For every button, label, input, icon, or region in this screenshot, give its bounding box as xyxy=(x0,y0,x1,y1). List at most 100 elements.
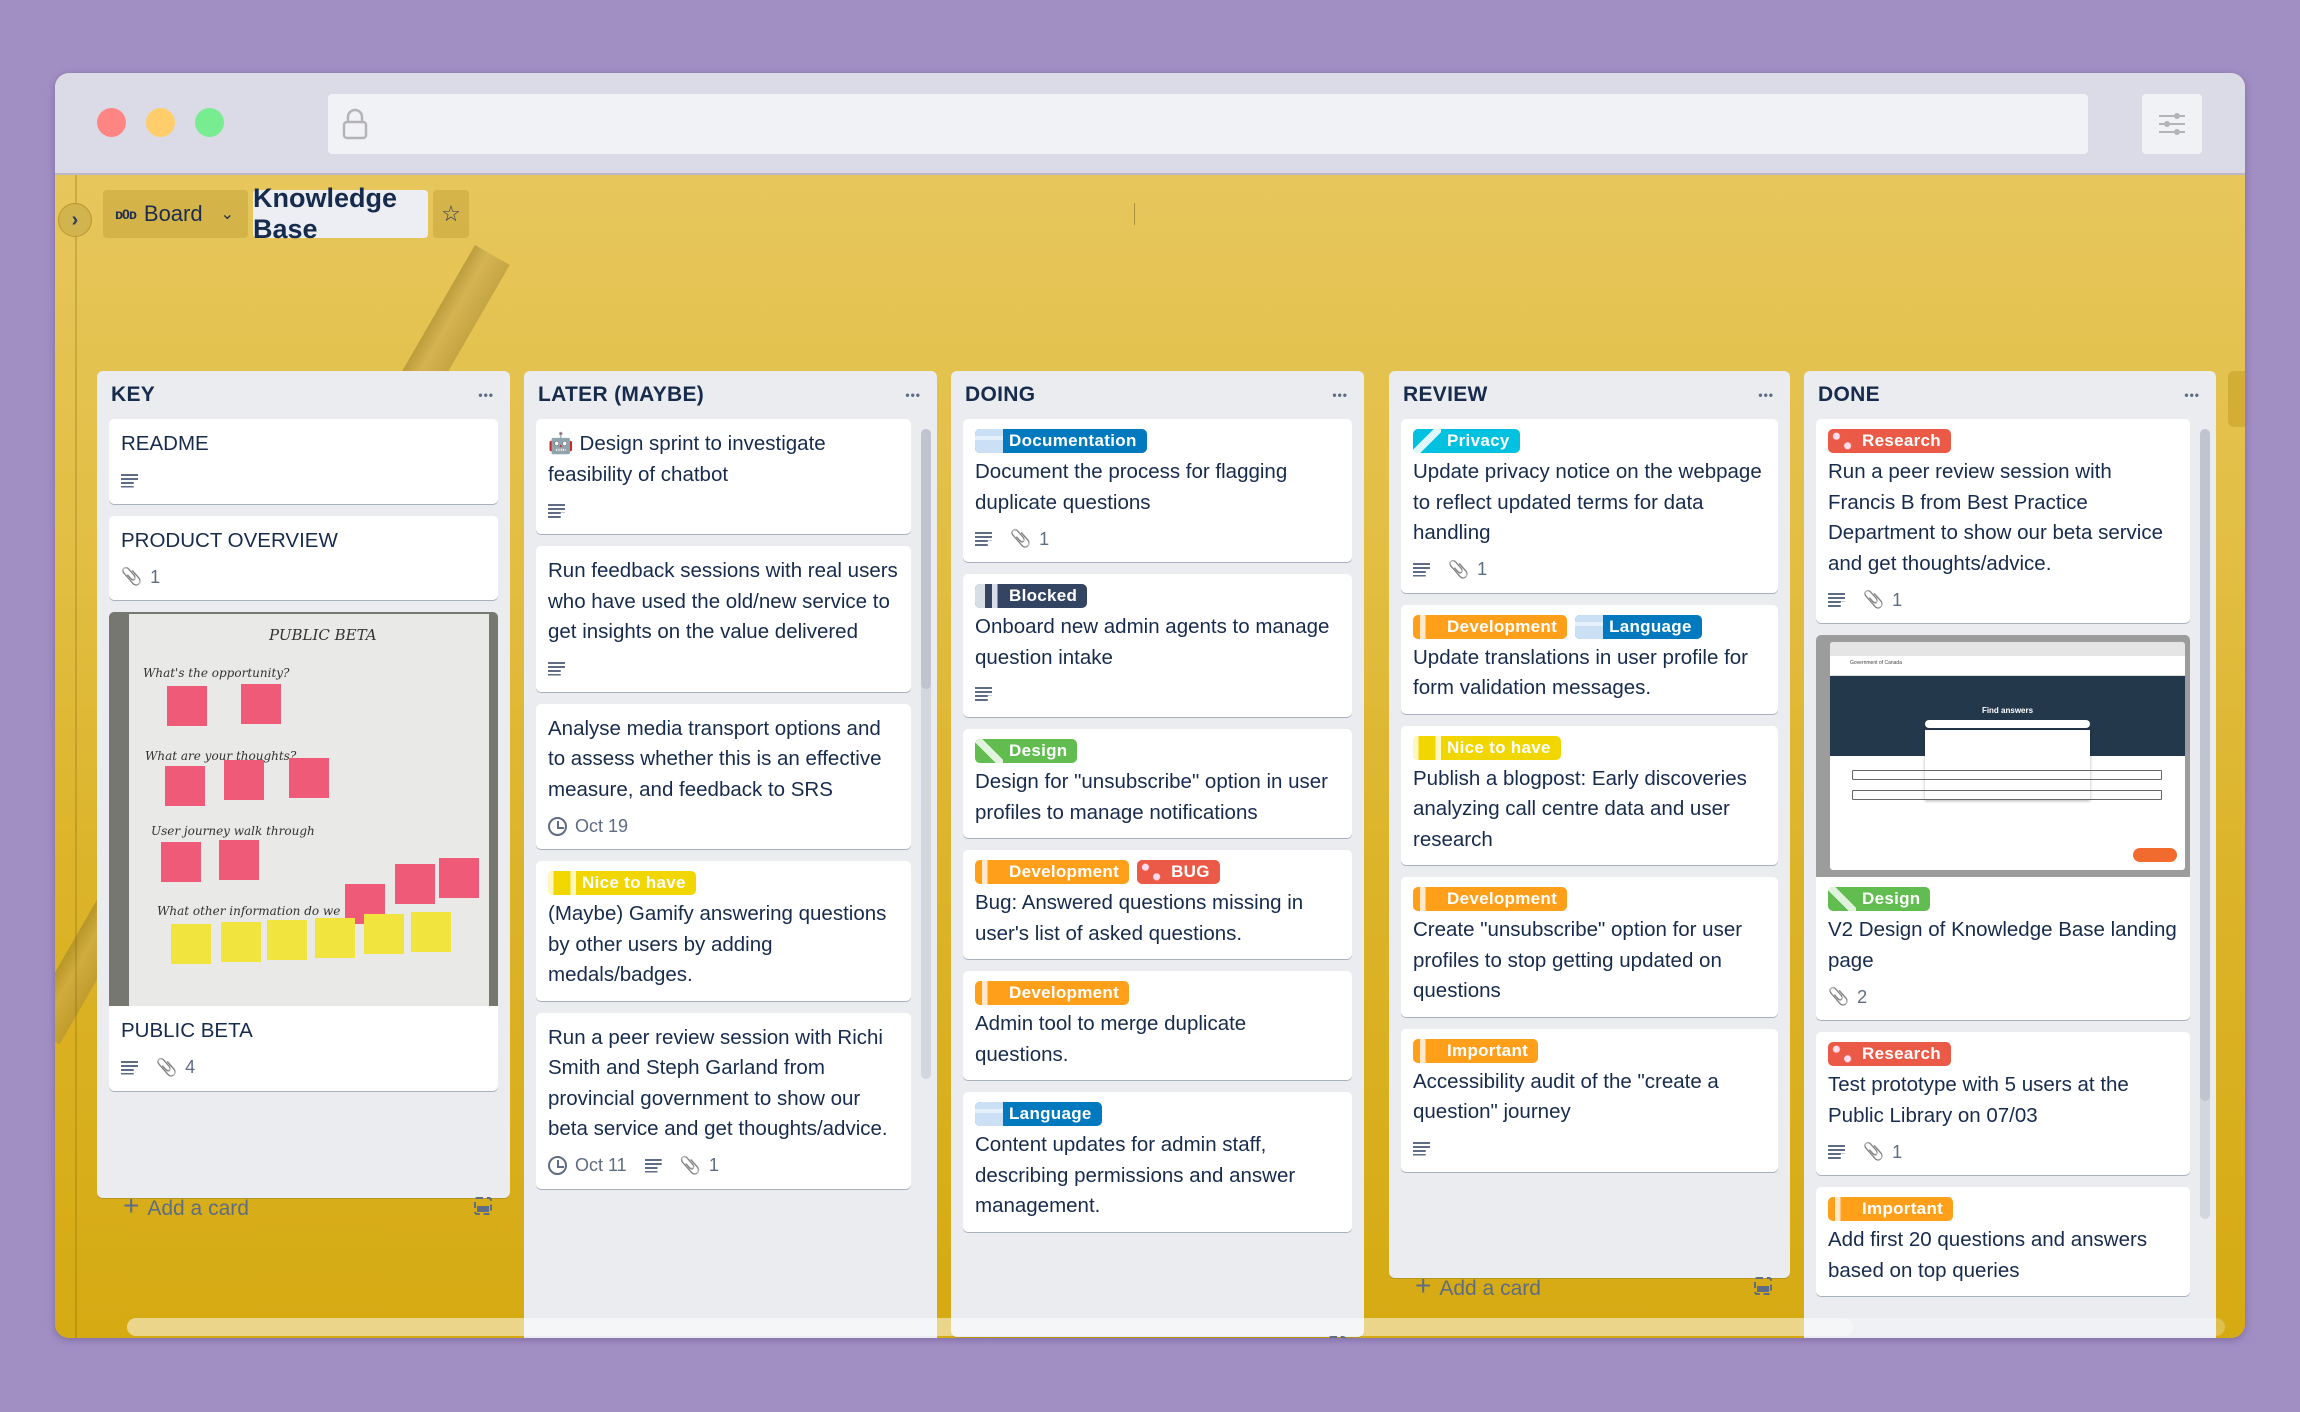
star-board-button[interactable]: ☆ xyxy=(433,190,469,238)
card[interactable]: Development Admin tool to merge duplicate… xyxy=(963,971,1352,1080)
add-card-button[interactable]: + Add a card xyxy=(97,1178,510,1234)
list-scrollbar[interactable] xyxy=(2200,429,2210,1219)
label-text: Development xyxy=(1447,889,1558,908)
label-important[interactable]: Important xyxy=(1828,1197,1954,1221)
description-icon xyxy=(1828,593,1845,607)
scrollbar-thumb[interactable] xyxy=(127,1318,1853,1336)
label-research[interactable]: Research xyxy=(1828,1042,1951,1066)
label-text: Research xyxy=(1862,1044,1941,1063)
card-title: V2 Design of Knowledge Base landing page xyxy=(1828,915,2178,976)
label-development[interactable]: Development xyxy=(975,860,1130,884)
card[interactable]: 🤖 Design sprint to investigate feasibilit… xyxy=(536,419,911,534)
card-title: Create "unsubscribe" option for user pro… xyxy=(1413,915,1766,1007)
label-development[interactable]: Development xyxy=(1413,614,1568,639)
list-title[interactable]: REVIEW xyxy=(1403,383,1488,407)
list-scrollbar-thumb[interactable] xyxy=(921,429,931,689)
list-scrollbar-thumb[interactable] xyxy=(2200,429,2210,1101)
label-design[interactable]: Design xyxy=(975,739,1078,763)
robot-emoji-icon: 🤖 xyxy=(548,432,574,455)
list-menu-button[interactable]: ••• xyxy=(905,389,921,401)
card[interactable]: Run a peer review session with Richi Smi… xyxy=(536,1012,911,1189)
card[interactable]: Analyse media transport options and to a… xyxy=(536,703,911,849)
horizontal-scrollbar[interactable] xyxy=(127,1318,2225,1336)
board-view-switcher[interactable]: ᴅ0ᴅ Board ⌄ xyxy=(103,190,248,238)
add-card[interactable]: + Add a card xyxy=(123,1190,249,1222)
paperclip-icon: 📎 xyxy=(156,1057,178,1077)
label-language[interactable]: Language xyxy=(1575,614,1702,639)
attachment-count: 4 xyxy=(185,1057,196,1077)
minimize-window-button[interactable] xyxy=(146,108,175,137)
card[interactable]: PUBLIC BETA What's the opportunity? What a… xyxy=(109,612,498,1091)
label-research[interactable]: Research xyxy=(1828,429,1951,453)
add-card[interactable]: + Add a card xyxy=(1415,1270,1541,1302)
add-card-label: Add a card xyxy=(1001,1336,1103,1338)
board-canvas: › ᴅ0ᴅ Board ⌄ Knowledge Base ☆ KEY ••• REA… xyxy=(55,175,2245,1338)
card-title-text: Update translations in user profile for … xyxy=(1413,645,1749,700)
board-title[interactable]: Knowledge Base xyxy=(253,183,428,244)
card[interactable]: Privacy Update privacy notice on the webp… xyxy=(1401,419,1778,593)
card[interactable]: Development Language Update translations i… xyxy=(1401,604,1778,714)
list-title[interactable]: KEY xyxy=(111,383,155,407)
card-template-icon[interactable] xyxy=(474,1197,492,1215)
attachments-badge: 📎 1 xyxy=(1010,529,1049,550)
label-important[interactable]: Important xyxy=(1413,1038,1539,1063)
description-icon xyxy=(548,504,565,518)
label-bug[interactable]: BUG xyxy=(1137,860,1220,884)
card-title: Run a peer review session with Francis B… xyxy=(1828,457,2178,579)
card-badges: 📎 1 xyxy=(1413,557,1766,583)
card-title-text: Test prototype with 5 users at the Publi… xyxy=(1828,1073,2129,1127)
card[interactable]: Documentation Document the process for fl… xyxy=(963,419,1352,562)
label-nice-to-have[interactable]: Nice to have xyxy=(1413,735,1561,760)
list-scrollbar[interactable] xyxy=(921,429,931,1079)
card-title-text: Design for "unsubscribe" option in user … xyxy=(975,770,1328,824)
card[interactable]: Blocked Onboard new admin agents to manag… xyxy=(963,574,1352,717)
card-template-icon[interactable] xyxy=(1328,1336,1346,1338)
card[interactable]: Important Accessibility audit of the "cre… xyxy=(1401,1028,1778,1172)
card-list: Privacy Update privacy notice on the webp… xyxy=(1389,419,1790,1258)
card-labels: Important xyxy=(1413,1038,1766,1063)
due-date-badge[interactable]: Oct 11 xyxy=(548,1155,627,1176)
card-title-text: Onboard new admin agents to manage quest… xyxy=(975,615,1330,669)
card[interactable]: Development Create "unsubscribe" option f… xyxy=(1401,877,1778,1017)
card-labels: Design xyxy=(1828,887,2178,911)
card[interactable]: README xyxy=(109,419,498,504)
label-language[interactable]: Language xyxy=(975,1102,1102,1126)
card[interactable]: Development BUG Bug: Answered questions mi… xyxy=(963,850,1352,959)
list-menu-button[interactable]: ••• xyxy=(2184,389,2200,401)
address-bar[interactable] xyxy=(328,94,2088,154)
card-title-text: Run a peer review session with Richi Smi… xyxy=(548,1025,888,1141)
list-menu-button[interactable]: ••• xyxy=(1332,389,1348,401)
due-date-badge[interactable]: Oct 19 xyxy=(548,816,628,837)
list-title[interactable]: DOING xyxy=(965,383,1035,407)
add-card-button[interactable]: + Add a card xyxy=(1389,1258,1790,1314)
label-blocked[interactable]: Blocked xyxy=(975,584,1088,608)
card[interactable]: Nice to have (Maybe) Gamify answering que… xyxy=(536,861,911,1001)
label-development[interactable]: Development xyxy=(1413,887,1568,911)
card[interactable]: Research Test prototype with 5 users at t… xyxy=(1816,1032,2190,1175)
close-window-button[interactable] xyxy=(97,108,126,137)
card[interactable]: Government of Canada Find answers Design V2… xyxy=(1816,635,2190,1020)
flipchart-photo: PUBLIC BETA What's the opportunity? What a… xyxy=(129,614,489,1006)
card-list: 🤖 Design sprint to investigate feasibilit… xyxy=(524,419,937,1338)
card[interactable]: Important Add first 20 questions and answ… xyxy=(1816,1187,2190,1296)
label-documentation[interactable]: Documentation xyxy=(975,429,1147,453)
maximize-window-button[interactable] xyxy=(195,108,224,137)
label-nice-to-have[interactable]: Nice to have xyxy=(548,871,696,895)
list-menu-button[interactable]: ••• xyxy=(1758,389,1774,401)
list-key: KEY ••• README PRODUCT OVERVIEW 📎 1 PUBLIC BET… xyxy=(97,371,510,1221)
label-privacy[interactable]: Privacy xyxy=(1413,429,1520,453)
card-template-icon[interactable] xyxy=(1754,1277,1772,1295)
browser-settings-button[interactable] xyxy=(2142,94,2202,154)
card[interactable]: Research Run a peer review session with F… xyxy=(1816,419,2190,623)
card[interactable]: Design Design for "unsubscribe" option in… xyxy=(963,729,1352,838)
card[interactable]: Nice to have Publish a blogpost: Early di… xyxy=(1401,725,1778,865)
card[interactable]: PRODUCT OVERVIEW 📎 1 xyxy=(109,515,498,600)
expand-sidebar-button[interactable]: › xyxy=(58,203,92,237)
label-development[interactable]: Development xyxy=(975,981,1130,1005)
label-design[interactable]: Design xyxy=(1828,887,1931,911)
list-title[interactable]: LATER (MAYBE) xyxy=(538,383,704,407)
card[interactable]: Language Content updates for admin staff,… xyxy=(963,1092,1352,1232)
card[interactable]: Run feedback sessions with real users wh… xyxy=(536,546,911,692)
list-title[interactable]: DONE xyxy=(1818,383,1880,407)
list-menu-button[interactable]: ••• xyxy=(478,389,494,401)
